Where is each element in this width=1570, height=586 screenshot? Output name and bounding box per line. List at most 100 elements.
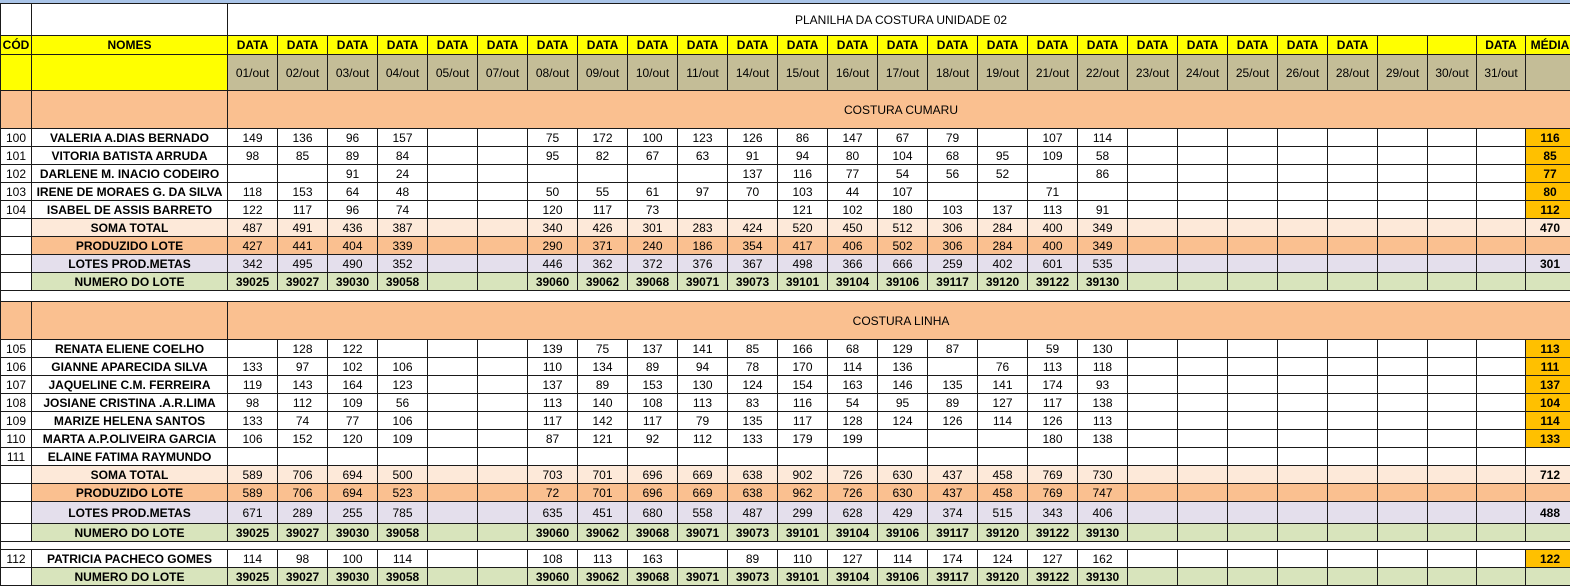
- date-label-header[interactable]: DATA: [1278, 36, 1328, 55]
- production-value[interactable]: 172: [578, 129, 628, 147]
- summary-value[interactable]: [1328, 524, 1378, 542]
- summary-value[interactable]: [1178, 502, 1228, 524]
- production-value[interactable]: [1477, 201, 1526, 219]
- production-value[interactable]: 112: [678, 430, 728, 448]
- production-value[interactable]: 112: [278, 394, 328, 412]
- summary-value[interactable]: 186: [678, 237, 728, 255]
- production-value[interactable]: 89: [728, 550, 778, 568]
- production-value[interactable]: [428, 340, 478, 358]
- production-value[interactable]: [428, 550, 478, 568]
- production-value[interactable]: 120: [528, 201, 578, 219]
- production-value[interactable]: 174: [1028, 376, 1078, 394]
- summary-value[interactable]: [478, 524, 528, 542]
- production-value[interactable]: 89: [928, 394, 978, 412]
- summary-label[interactable]: SOMA TOTAL: [32, 466, 228, 484]
- production-value[interactable]: [1378, 412, 1428, 430]
- summary-value[interactable]: 299: [778, 502, 828, 524]
- worker-average[interactable]: 112: [1526, 201, 1570, 219]
- production-value[interactable]: 96: [328, 129, 378, 147]
- date-label-header[interactable]: DATA: [1128, 36, 1178, 55]
- production-value[interactable]: 117: [1028, 394, 1078, 412]
- summary-value[interactable]: 39062: [578, 524, 628, 542]
- production-value[interactable]: 121: [578, 430, 628, 448]
- production-value[interactable]: [1278, 358, 1328, 376]
- production-value[interactable]: 135: [728, 412, 778, 430]
- production-value[interactable]: [928, 358, 978, 376]
- summary-value[interactable]: [1128, 255, 1178, 273]
- summary-value[interactable]: 39068: [628, 524, 678, 542]
- summary-value[interactable]: 694: [328, 466, 378, 484]
- production-value[interactable]: [428, 448, 478, 466]
- production-value[interactable]: 58: [1078, 147, 1128, 165]
- production-value[interactable]: [1477, 412, 1526, 430]
- production-value[interactable]: [478, 183, 528, 201]
- production-value[interactable]: 110: [778, 550, 828, 568]
- production-value[interactable]: 157: [378, 129, 428, 147]
- summary-value[interactable]: 437: [928, 484, 978, 502]
- production-value[interactable]: [478, 147, 528, 165]
- production-value[interactable]: 86: [778, 129, 828, 147]
- summary-value[interactable]: 39030: [328, 273, 378, 291]
- summary-value[interactable]: [1128, 466, 1178, 484]
- summary-value[interactable]: [1228, 466, 1278, 484]
- production-value[interactable]: [728, 201, 778, 219]
- production-value[interactable]: 117: [628, 412, 678, 430]
- summary-value[interactable]: 39130: [1078, 524, 1128, 542]
- production-value[interactable]: 79: [678, 412, 728, 430]
- production-value[interactable]: [1378, 147, 1428, 165]
- summary-value[interactable]: [428, 219, 478, 237]
- production-value[interactable]: 95: [528, 147, 578, 165]
- summary-value[interactable]: 498: [778, 255, 828, 273]
- production-value[interactable]: 95: [878, 394, 928, 412]
- production-value[interactable]: [1278, 376, 1328, 394]
- production-value[interactable]: 113: [578, 550, 628, 568]
- production-value[interactable]: [1178, 412, 1228, 430]
- production-value[interactable]: [1328, 201, 1378, 219]
- summary-value[interactable]: [1228, 237, 1278, 255]
- production-value[interactable]: [1028, 165, 1078, 183]
- production-value[interactable]: [1428, 430, 1477, 448]
- summary-value[interactable]: 306: [928, 219, 978, 237]
- summary-value[interactable]: 495: [278, 255, 328, 273]
- production-value[interactable]: 92: [628, 430, 678, 448]
- production-value[interactable]: 107: [1028, 129, 1078, 147]
- production-value[interactable]: 87: [528, 430, 578, 448]
- production-value[interactable]: [428, 394, 478, 412]
- date-header[interactable]: 19/out: [978, 55, 1028, 91]
- production-value[interactable]: [1278, 550, 1328, 568]
- production-value[interactable]: [1328, 147, 1378, 165]
- production-value[interactable]: 67: [878, 129, 928, 147]
- summary-value[interactable]: 962: [778, 484, 828, 502]
- date-header[interactable]: 08/out: [528, 55, 578, 91]
- production-value[interactable]: [1128, 358, 1178, 376]
- production-value[interactable]: 93: [1078, 376, 1128, 394]
- production-value[interactable]: 130: [1078, 340, 1128, 358]
- date-header[interactable]: 31/out: [1477, 55, 1526, 91]
- production-value[interactable]: 75: [578, 340, 628, 358]
- production-value[interactable]: 68: [828, 340, 878, 358]
- production-value[interactable]: [878, 448, 928, 466]
- production-value[interactable]: [1228, 340, 1278, 358]
- nomes-header[interactable]: NOMES: [32, 36, 228, 55]
- production-value[interactable]: [1128, 394, 1178, 412]
- production-value[interactable]: 138: [1078, 394, 1128, 412]
- summary-value[interactable]: 387: [378, 219, 428, 237]
- production-value[interactable]: [378, 448, 428, 466]
- summary-value[interactable]: [428, 237, 478, 255]
- summary-value[interactable]: 406: [828, 237, 878, 255]
- production-value[interactable]: [478, 358, 528, 376]
- production-value[interactable]: [1228, 376, 1278, 394]
- production-value[interactable]: 117: [278, 201, 328, 219]
- worker-code[interactable]: 106: [1, 358, 32, 376]
- summary-value[interactable]: 400: [1028, 219, 1078, 237]
- summary-value[interactable]: 666: [878, 255, 928, 273]
- production-value[interactable]: 85: [728, 340, 778, 358]
- production-value[interactable]: [1477, 550, 1526, 568]
- date-label-header[interactable]: DATA: [228, 36, 278, 55]
- worker-name[interactable]: VITORIA BATISTA ARRUDA: [32, 147, 228, 165]
- production-value[interactable]: [1128, 412, 1178, 430]
- production-value[interactable]: 109: [1028, 147, 1078, 165]
- date-header[interactable]: 09/out: [578, 55, 628, 91]
- date-header[interactable]: 18/out: [928, 55, 978, 91]
- production-value[interactable]: [678, 550, 728, 568]
